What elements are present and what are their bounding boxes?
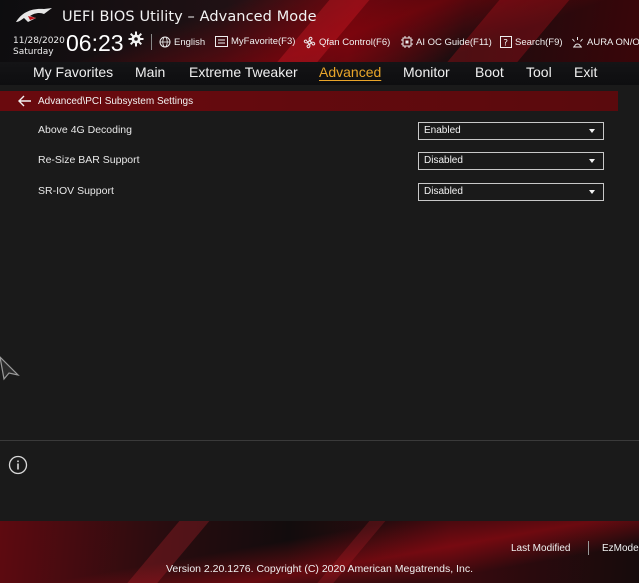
language-button[interactable]: English [159, 36, 205, 48]
favorite-icon [215, 36, 228, 47]
title-bar: UEFI BIOS Utility – Advanced Mode 11/28/… [0, 0, 639, 62]
tab-advanced[interactable]: Advanced [319, 64, 381, 80]
above-4g-decoding-select[interactable]: Enabled [418, 122, 604, 140]
tab-boot[interactable]: Boot [475, 64, 504, 80]
select-value: Enabled [424, 125, 461, 136]
gear-icon[interactable] [128, 31, 144, 47]
setting-label-sr-iov-support: SR-IOV Support [38, 185, 114, 197]
select-value: Disabled [424, 186, 463, 197]
tab-main[interactable]: Main [135, 64, 165, 80]
aura-icon [572, 37, 583, 48]
qfan-label: Qfan Control(F6) [319, 37, 391, 48]
mouse-pointer-icon [0, 356, 20, 381]
resize-bar-support-select[interactable]: Disabled [418, 152, 604, 170]
tab-my-favorites[interactable]: My Favorites [33, 64, 113, 80]
header-divider [151, 34, 152, 50]
setting-label-resize-bar-support: Re-Size BAR Support [38, 154, 140, 166]
language-label: English [174, 36, 206, 48]
header-decoration [432, 0, 578, 62]
aura-button[interactable]: AURA ON/OFF [571, 36, 639, 48]
myfavorite-button[interactable]: MyFavorite(F3) [215, 36, 295, 47]
tab-exit[interactable]: Exit [574, 64, 597, 80]
sr-iov-support-select[interactable]: Disabled [418, 183, 604, 201]
version-text: Version 2.20.1276. Copyright (C) 2020 Am… [165, 563, 473, 575]
aura-label: AURA ON/OFF [587, 36, 639, 48]
rog-logo-icon [16, 8, 52, 22]
search-button[interactable]: ? Search(F9) [500, 36, 563, 48]
clock-time: 06:23 [66, 30, 124, 56]
tab-extreme-tweaker[interactable]: Extreme Tweaker [189, 64, 298, 80]
qfan-button[interactable]: Qfan Control(F6) [303, 36, 390, 49]
fan-icon [303, 36, 316, 49]
myfavorite-label: MyFavorite(F3) [231, 36, 296, 47]
breadcrumb[interactable]: Advanced\PCI Subsystem Settings [0, 91, 618, 111]
ai-oc-icon [401, 36, 413, 48]
last-modified-button[interactable]: Last Modified [511, 543, 570, 554]
help-panel [0, 441, 639, 521]
svg-text:?: ? [503, 39, 508, 49]
settings-panel: Advanced\PCI Subsystem Settings Above 4G… [0, 85, 639, 440]
main-menu: My Favorites Main Extreme Tweaker Advanc… [0, 62, 639, 85]
app-title: UEFI BIOS Utility – Advanced Mode [62, 9, 317, 25]
date-display: 11/28/2020 Saturday [13, 36, 65, 58]
tab-monitor[interactable]: Monitor [403, 64, 450, 80]
footer-bar: Last Modified EzMode Version 2.20.1276. … [0, 521, 639, 583]
search-icon: ? [500, 36, 512, 48]
info-icon [8, 455, 28, 475]
back-arrow-icon[interactable] [18, 95, 32, 107]
ai-oc-guide-button[interactable]: AI OC Guide(F11) [401, 36, 492, 48]
globe-icon [159, 36, 171, 48]
chevron-down-icon [589, 190, 595, 194]
tab-tool[interactable]: Tool [526, 64, 552, 80]
day-text: Saturday [13, 47, 54, 57]
ezmode-button[interactable]: EzMode [602, 543, 639, 554]
ai-oc-guide-label: AI OC Guide(F11) [416, 36, 492, 48]
breadcrumb-label: Advanced\PCI Subsystem Settings [38, 95, 194, 107]
select-value: Disabled [424, 155, 463, 166]
setting-label-above-4g-decoding: Above 4G Decoding [38, 124, 132, 136]
search-label: Search(F9) [515, 36, 563, 48]
chevron-down-icon [589, 129, 595, 133]
footer-divider [588, 541, 589, 555]
date-text: 11/28/2020 [13, 36, 65, 46]
chevron-down-icon [589, 159, 595, 163]
